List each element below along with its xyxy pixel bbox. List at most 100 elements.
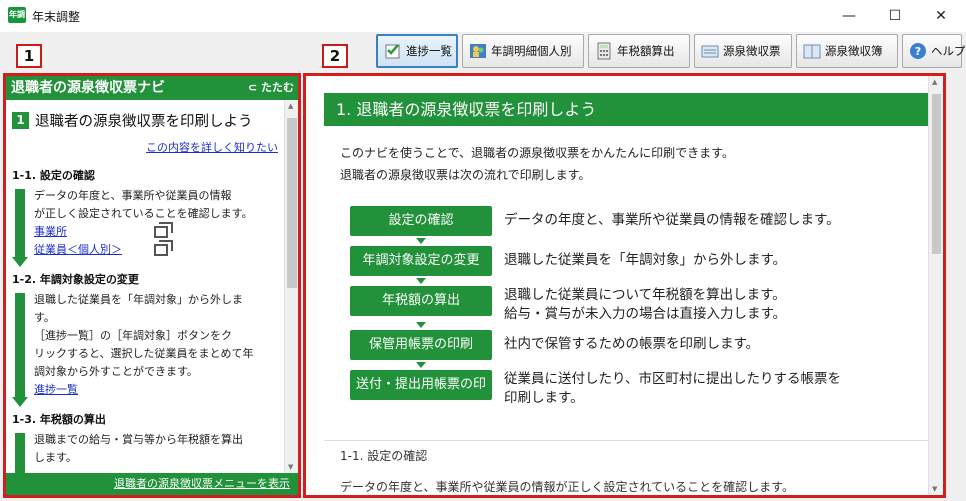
callout-label-1: 1	[16, 44, 42, 68]
link-row: 従業員＜個人別＞	[34, 240, 278, 259]
section-title-1-3: 1-3. 年税額の算出	[12, 413, 106, 426]
navi-panel: 退職者の源泉徴収票ナビ ⊂ たたむ 1 退職者の源泉徴収票を印刷しよう この内容…	[3, 73, 301, 498]
flow-step: 年調対象設定の変更 退職した従業員を「年調対象」から外します。	[350, 246, 928, 276]
open-window-icon[interactable]	[154, 240, 173, 256]
intro-text: このナビを使うことで、退職者の源泉徴収票をかんたんに印刷できます。 退職者の源泉…	[324, 142, 928, 186]
close-button[interactable]: ✕	[918, 0, 964, 32]
section-bar-icon	[12, 293, 28, 407]
window-title: 年末調整	[32, 10, 81, 24]
flow-desc-line: データの年度と、事業所や従業員の情報を確認します。	[504, 212, 840, 228]
section-text: します。	[34, 451, 77, 464]
flow-step: 設定の確認 データの年度と、事業所や従業員の情報を確認します。	[350, 206, 928, 236]
collapse-label: たたむ	[261, 81, 294, 94]
section-text: ［進捗一覧］の［年調対象］ボタンをク	[34, 329, 232, 342]
navi-scrollbar[interactable]: ▲ ▼	[284, 100, 298, 473]
flow-desc-line: 退職した従業員について年税額を算出します。	[504, 287, 786, 303]
withholding-ledger-label: 源泉徴収簿	[825, 44, 883, 58]
flow-step-desc: 退職した従業員について年税額を算出します。 給与・賞与が未入力の場合は直接入力し…	[504, 286, 786, 324]
flow-step-box: 設定の確認	[350, 206, 492, 236]
scroll-down-icon[interactable]: ▼	[932, 485, 937, 493]
collapse-button[interactable]: ⊂ たたむ	[248, 76, 294, 100]
slip-icon	[701, 45, 719, 58]
minimize-button[interactable]: —	[826, 0, 872, 32]
flow-desc-line: 社内で保管するための帳票を印刷します。	[504, 336, 760, 352]
section-title-1-2: 1-2. 年調対象設定の変更	[12, 273, 139, 286]
tax-calc-button[interactable]: 年税額算出	[588, 34, 690, 68]
flow-desc-line: 給与・賞与が未入力の場合は直接入力します。	[504, 306, 787, 322]
app-icon: 年調	[8, 7, 26, 23]
title-bar: 年調 年末調整 — ☐ ✕	[0, 0, 966, 32]
flow-desc-line: 従業員に送付したり、市区町村に提出したりする帳票を	[504, 371, 841, 387]
withholding-slip-button[interactable]: 源泉徴収票	[694, 34, 792, 68]
scroll-up-icon[interactable]: ▲	[288, 102, 293, 110]
navi-menu-link[interactable]: 退職者の源泉徴収票メニューを表示	[6, 473, 298, 495]
flow-desc-line: 印刷します。	[504, 390, 584, 406]
scroll-thumb[interactable]	[287, 118, 297, 288]
withholding-ledger-button[interactable]: 源泉徴収簿	[796, 34, 898, 68]
progress-list-link[interactable]: 進捗一覧	[34, 381, 278, 399]
open-window-icon[interactable]	[154, 222, 173, 238]
annual-detail-label: 年調明細個人別	[491, 44, 572, 58]
flow-step-box: 送付・提出用帳票の印刷	[350, 370, 492, 422]
content-heading: 1. 退職者の源泉徴収票を印刷しよう	[324, 93, 928, 126]
flow-arrow-icon	[350, 320, 492, 330]
sub-heading: 1-1. 設定の確認	[324, 440, 928, 464]
flow-step-desc: 退職した従業員を「年調対象」から外します。	[504, 246, 786, 270]
navi-header-title: 退職者の源泉徴収票ナビ	[11, 80, 165, 96]
scroll-thumb[interactable]	[932, 94, 941, 254]
sub-text: データの年度と、事業所や従業員の情報が正しく設定されていることを確認します。	[340, 480, 794, 494]
progress-list-button[interactable]: 進捗一覧	[376, 34, 458, 68]
section-1-3: 退職までの給与・賞与等から年税額を算出 します。	[12, 431, 278, 473]
content-body: 1. 退職者の源泉徴収票を印刷しよう このナビを使うことで、退職者の源泉徴収票を…	[324, 76, 928, 495]
scroll-up-icon[interactable]: ▲	[932, 78, 937, 86]
flow-step-desc: 従業員に送付したり、市区町村に提出したりする帳票を 印刷します。	[504, 370, 841, 408]
maximize-button[interactable]: ☐	[872, 0, 918, 32]
flow-arrow-icon	[350, 276, 492, 286]
progress-list-label: 進捗一覧	[406, 44, 452, 58]
flow-step: 送付・提出用帳票の印刷 従業員に送付したり、市区町村に提出したりする帳票を 印刷…	[350, 370, 928, 422]
section-text: す。	[34, 311, 55, 324]
scroll-down-icon[interactable]: ▼	[288, 463, 293, 471]
flow-step-desc: 社内で保管するための帳票を印刷します。	[504, 330, 759, 354]
help-button[interactable]: ? ヘルプ	[902, 34, 966, 68]
flow-step: 保管用帳票の印刷 社内で保管するための帳票を印刷します。	[350, 330, 928, 360]
intro-line: 退職者の源泉徴収票は次の流れで印刷します。	[340, 168, 591, 182]
section-text: 調対象から外すことができます。	[34, 365, 198, 378]
intro-line: このナビを使うことで、退職者の源泉徴収票をかんたんに印刷できます。	[340, 146, 734, 160]
help-label: ヘルプ	[931, 44, 966, 58]
flow-step-box: 保管用帳票の印刷	[350, 330, 492, 360]
flow-step-box: 年税額の算出	[350, 286, 492, 316]
annual-detail-button[interactable]: 年調明細個人別	[462, 34, 584, 68]
detail-link[interactable]: この内容を詳しく知りたい	[12, 139, 278, 155]
collapse-arrow-icon: ⊂	[247, 81, 258, 94]
checklist-icon	[385, 44, 400, 59]
svg-text:?: ?	[915, 45, 921, 58]
withholding-slip-label: 源泉徴収票	[723, 44, 781, 58]
people-icon	[470, 44, 486, 58]
content-panel: 1. 退職者の源泉徴収票を印刷しよう このナビを使うことで、退職者の源泉徴収票を…	[303, 73, 946, 498]
content-scrollbar[interactable]: ▲ ▼	[928, 76, 943, 495]
navi-header: 退職者の源泉徴収票ナビ ⊂ たたむ	[6, 76, 298, 100]
flow-diagram: 設定の確認 データの年度と、事業所や従業員の情報を確認します。 年調対象設定の変…	[324, 206, 928, 422]
navi-title-number: 1	[12, 112, 29, 129]
flow-arrow-icon	[350, 236, 492, 246]
flow-step-desc: データの年度と、事業所や従業員の情報を確認します。	[504, 206, 840, 230]
callout-label-2: 2	[322, 44, 348, 68]
section-bar-icon	[15, 433, 25, 473]
section-text: が正しく設定されていることを確認します。	[34, 207, 253, 220]
section-text: 退職した従業員を「年調対象」から外しま	[34, 293, 243, 306]
link-row: 事業所	[34, 222, 278, 241]
ledger-icon	[803, 44, 821, 59]
navi-body: 1 退職者の源泉徴収票を印刷しよう この内容を詳しく知りたい 1-1. 設定の確…	[6, 100, 284, 473]
section-text: 退職までの給与・賞与等から年税額を算出	[34, 433, 243, 446]
section-title-1-1: 1-1. 設定の確認	[12, 169, 95, 182]
navi-title-text: 退職者の源泉徴収票を印刷しよう	[35, 114, 253, 130]
section-1-2: 退職した従業員を「年調対象」から外しま す。 ［進捗一覧］の［年調対象］ボタンを…	[12, 291, 278, 407]
flow-desc-line: 退職した従業員を「年調対象」から外します。	[504, 252, 787, 268]
flow-arrow-icon	[350, 360, 492, 370]
navi-title: 1 退職者の源泉徴収票を印刷しよう	[12, 110, 278, 131]
flow-step-box: 年調対象設定の変更	[350, 246, 492, 276]
flow-step: 年税額の算出 退職した従業員について年税額を算出します。 給与・賞与が未入力の場…	[350, 286, 928, 324]
section-bar-icon	[12, 189, 28, 267]
section-text: データの年度と、事業所や従業員の情報	[34, 189, 232, 202]
